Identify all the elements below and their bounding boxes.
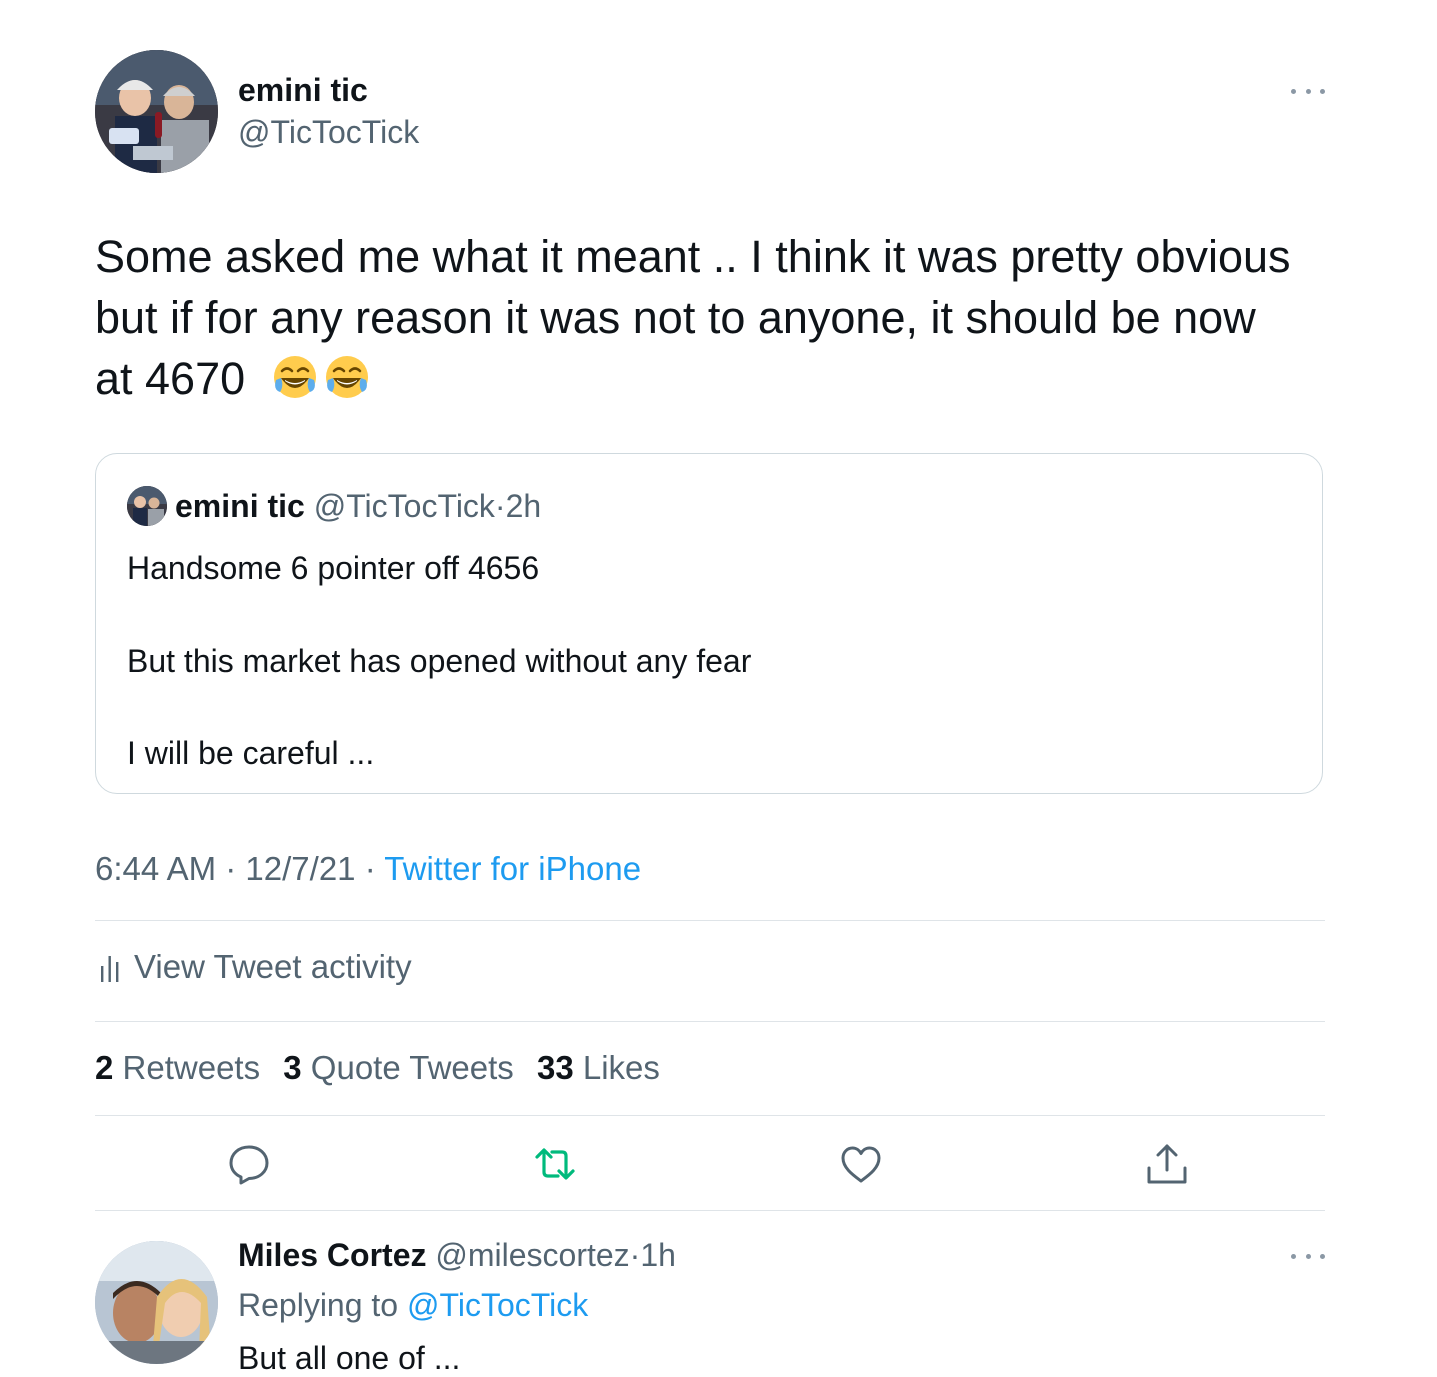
quoted-text-line: But this market has opened without any f… [127,643,752,679]
quoted-author-avatar [127,486,167,526]
tweet-text-line: at 4670 [95,353,246,404]
share-icon [1147,1144,1187,1184]
retweet-button[interactable] [533,1142,577,1186]
divider [95,1210,1325,1211]
tweet-text-line: Some asked me what it meant .. I think i… [95,231,1291,282]
like-button[interactable] [839,1142,883,1186]
tweet-date[interactable]: 12/7/21 [245,850,355,887]
quoted-text-line: I will be careful ... [127,735,375,771]
more-options-icon[interactable] [1291,1246,1325,1266]
tweet-meta: 6:44 AM · 12/7/21 · Twitter for iPhone [95,850,641,888]
quote-tweets-stat[interactable]: 3 Quote Tweets [283,1049,514,1086]
tweet-text-line-last: at 4670 [95,348,1335,409]
face-with-tears-of-joy-icon [325,356,368,398]
quoted-tweet-time: 2h [505,488,542,524]
author-handle[interactable]: @TicTocTick [238,114,419,151]
retweets-count: 2 [95,1049,114,1086]
quote-tweets-count: 3 [283,1049,302,1086]
retweet-icon [535,1148,575,1180]
divider [95,920,1325,921]
separator-dot: · [629,1237,641,1273]
quoted-author-handle: @TicTocTick [313,488,495,524]
reply-header: Miles Cortez @milescortez·1h [238,1237,676,1274]
quote-tweets-label: Quote Tweets [310,1049,514,1086]
likes-stat[interactable]: 33 Likes [537,1049,660,1086]
share-button[interactable] [1145,1142,1189,1186]
likes-label: Likes [582,1049,660,1086]
author-name[interactable]: emini tic [238,72,368,109]
view-tweet-activity-label: View Tweet activity [134,948,412,985]
replying-to-prefix: Replying to [238,1287,399,1323]
reply-button[interactable] [227,1142,271,1186]
separator-dot: · [494,488,506,524]
avatar-photo [95,1241,218,1364]
more-options-icon[interactable] [1291,81,1325,101]
retweets-label: Retweets [122,1049,261,1086]
avatar-photo [95,50,218,173]
reply-author-name[interactable]: Miles Cortez [238,1237,426,1273]
separator-dot: · [364,850,376,887]
quoted-tweet-header: emini tic @TicTocTick·2h [175,488,541,525]
author-avatar[interactable] [95,50,218,173]
quoted-tweet-card[interactable]: emini tic @TicTocTick·2h Handsome 6 poin… [95,453,1323,794]
retweets-stat[interactable]: 2 Retweets [95,1049,260,1086]
like-icon [841,1146,881,1183]
quoted-text-line: Handsome 6 pointer off 4656 [127,550,540,586]
reply-author-handle[interactable]: @milescortez [435,1237,629,1273]
reply-text-partial: But all one of ... [238,1340,461,1376]
avatar-photo [127,486,167,526]
reply-time[interactable]: 1h [640,1237,676,1273]
quoted-author-name: emini tic [175,488,305,524]
analytics-icon [101,956,119,982]
reply-icon [229,1145,269,1185]
tweet-time[interactable]: 6:44 AM [95,850,216,887]
view-tweet-activity-link[interactable]: View Tweet activity [100,948,412,986]
tweet-source-link[interactable]: Twitter for iPhone [384,850,641,887]
tweet-stats: 2 Retweets 3 Quote Tweets 33 Likes [95,1049,674,1087]
reply-author-avatar[interactable] [95,1241,218,1364]
divider [95,1021,1325,1022]
face-with-tears-of-joy-icon [273,356,316,398]
tweet-text: Some asked me what it meant .. I think i… [95,226,1335,409]
replying-to-mention[interactable]: @TicTocTick [407,1287,588,1323]
likes-count: 33 [536,1049,574,1086]
replying-to: Replying to @TicTocTick [238,1287,588,1324]
divider [95,1115,1325,1116]
tweet-text-line: but if for any reason it was not to anyo… [95,292,1256,343]
separator-dot: · [225,850,237,887]
